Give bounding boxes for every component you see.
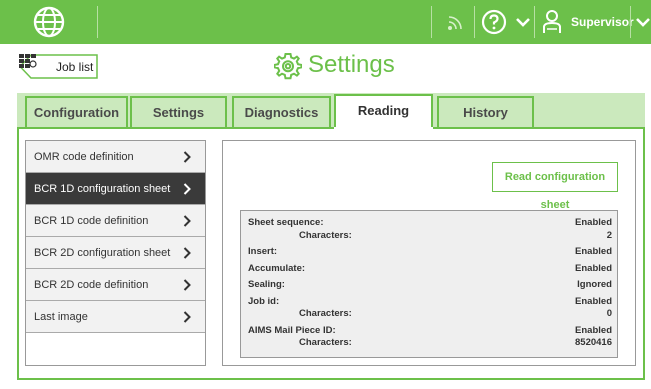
row-key: Characters: xyxy=(299,308,352,319)
menu-item-label: OMR code definition xyxy=(34,151,134,163)
row-key: Characters: xyxy=(299,337,352,348)
chevron-right-icon xyxy=(183,151,191,163)
row-key: Sheet sequence: xyxy=(248,217,324,228)
divider xyxy=(431,6,432,38)
summary-row: Characters: 8520416 xyxy=(241,337,617,350)
chevron-right-icon xyxy=(183,183,191,195)
page-title: Settings xyxy=(308,51,395,78)
row-key: Characters: xyxy=(299,230,352,241)
tab-diagnostics[interactable]: Diagnostics xyxy=(232,96,331,127)
row-key: Job id: xyxy=(248,296,280,307)
summary-row: Insert: Enabled xyxy=(241,246,617,259)
menu-item-last-image[interactable]: Last image xyxy=(26,301,205,333)
chevron-right-icon xyxy=(183,247,191,259)
row-value: Enabled xyxy=(575,296,612,307)
tab-reading[interactable]: Reading xyxy=(334,94,433,129)
user-name[interactable]: Supervisor xyxy=(571,15,634,29)
reading-menu: OMR code definition BCR 1D configuration… xyxy=(25,140,206,366)
job-list-button[interactable]: Job list xyxy=(19,54,98,79)
menu-item-omr-code-definition[interactable]: OMR code definition xyxy=(26,141,205,173)
menu-item-bcr-2d-code-definition[interactable]: BCR 2D code definition xyxy=(26,269,205,301)
divider xyxy=(97,6,98,38)
row-value: Ignored xyxy=(577,279,612,290)
wifi-icon[interactable] xyxy=(446,12,466,32)
row-value: Enabled xyxy=(575,246,612,257)
divider xyxy=(474,6,475,38)
chevron-right-icon xyxy=(183,215,191,227)
chevron-down-icon[interactable] xyxy=(515,15,531,29)
row-value: 8520416 xyxy=(575,337,612,348)
configuration-summary: Sheet sequence: Enabled Characters: 2 In… xyxy=(240,210,618,358)
chevron-right-icon xyxy=(183,311,191,323)
menu-item-label: BCR 1D code definition xyxy=(34,215,149,227)
job-list-icon xyxy=(19,54,37,68)
divider xyxy=(534,6,535,38)
tab-configuration[interactable]: Configuration xyxy=(25,96,128,127)
chevron-right-icon xyxy=(183,279,191,291)
menu-item-bcr-2d-configuration-sheet[interactable]: BCR 2D configuration sheet xyxy=(26,237,205,269)
row-key: Sealing: xyxy=(248,279,285,290)
tab-history[interactable]: History xyxy=(437,96,534,127)
row-key: Accumulate: xyxy=(248,263,306,274)
row-key: AIMS Mail Piece ID: xyxy=(248,325,336,336)
row-value: 2 xyxy=(606,230,612,241)
row-value: 0 xyxy=(606,308,612,319)
content-border xyxy=(17,127,334,129)
help-icon[interactable] xyxy=(481,9,507,35)
summary-row: Characters: 2 xyxy=(241,230,617,243)
menu-item-bcr-1d-code-definition[interactable]: BCR 1D code definition xyxy=(26,205,205,237)
tab-settings[interactable]: Settings xyxy=(130,96,227,127)
summary-row: Characters: 0 xyxy=(241,308,617,321)
divider xyxy=(630,6,631,38)
menu-item-bcr-1d-configuration-sheet[interactable]: BCR 1D configuration sheet xyxy=(26,173,205,205)
chevron-down-icon[interactable] xyxy=(635,15,651,29)
row-value: Enabled xyxy=(575,217,612,228)
user-icon[interactable] xyxy=(542,9,562,35)
content-border xyxy=(433,127,645,129)
summary-row: Sheet sequence: Enabled xyxy=(241,217,617,230)
row-key: Insert: xyxy=(248,246,278,257)
menu-item-label: BCR 2D configuration sheet xyxy=(34,247,171,259)
globe-icon[interactable] xyxy=(33,6,65,38)
row-value: Enabled xyxy=(575,325,612,336)
row-value: Enabled xyxy=(575,263,612,274)
menu-item-label: BCR 2D code definition xyxy=(34,279,149,291)
menu-item-label: Last image xyxy=(34,311,88,323)
gear-icon xyxy=(274,53,302,80)
top-bar: Supervisor xyxy=(0,0,651,44)
menu-item-label: BCR 1D configuration sheet xyxy=(34,183,171,195)
read-configuration-sheet-button[interactable]: Read configuration sheet xyxy=(492,162,618,211)
job-list-label: Job list xyxy=(56,60,94,74)
summary-row: Accumulate: Enabled xyxy=(241,263,617,276)
summary-row: Sealing: Ignored xyxy=(241,279,617,292)
